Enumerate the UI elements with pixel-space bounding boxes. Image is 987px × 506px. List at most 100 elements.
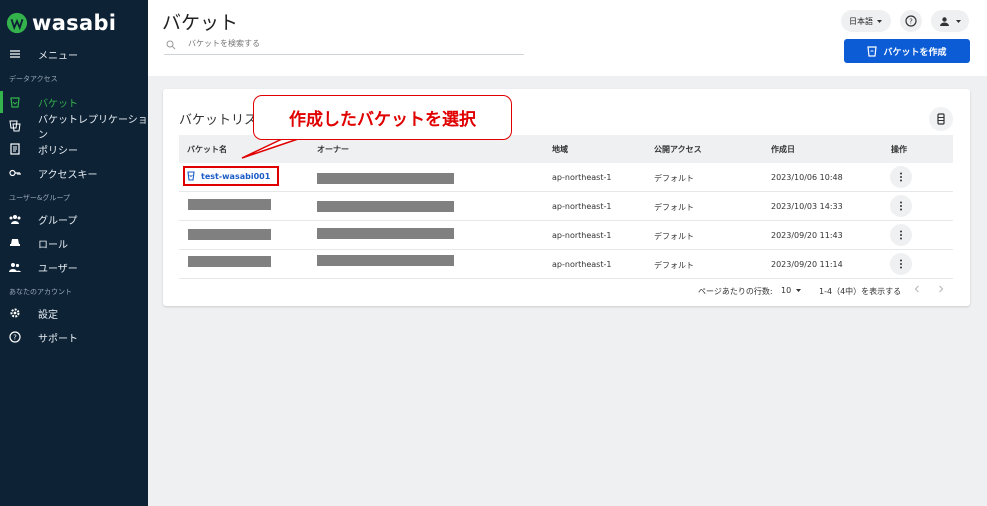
sidebar-item-label: バケット	[38, 98, 78, 110]
more-vert-icon	[900, 201, 902, 211]
more-vert-icon	[900, 172, 902, 182]
menu-toggle[interactable]: メニュー	[0, 43, 148, 65]
sidebar-item-policies[interactable]: ポリシー	[0, 138, 148, 160]
access-cell: デフォルト	[654, 261, 694, 270]
users-icon	[9, 263, 21, 272]
create-bucket-label: バケットを作成	[883, 47, 947, 58]
column-header[interactable]: 公開アクセス	[654, 144, 702, 155]
help-icon: ?	[905, 15, 917, 27]
help-icon: ?	[9, 331, 21, 343]
highlight-box	[183, 166, 279, 186]
wasabi-logo-icon	[6, 12, 28, 34]
sidebar-item-buckets[interactable]: バケット	[0, 91, 148, 113]
policy-icon	[10, 143, 20, 155]
sidebar-item-label: ユーザー	[38, 263, 78, 275]
prev-page-button[interactable]	[912, 284, 922, 296]
section-your-account: あなたのアカウント	[9, 288, 72, 296]
top-header: バケット 日本語 ? バケットを作成	[148, 0, 987, 76]
column-settings-button[interactable]	[929, 107, 953, 131]
redacted-owner	[317, 173, 454, 184]
rows-per-page-label: ページあたりの行数:	[698, 287, 773, 296]
region-cell: ap-northeast-1	[552, 260, 612, 269]
sidebar-item-users[interactable]: ユーザー	[0, 256, 148, 278]
sidebar-item-label: ロール	[38, 239, 68, 251]
created-cell: 2023/10/03 14:33	[771, 202, 843, 211]
row-actions-button[interactable]	[890, 195, 912, 217]
group-icon	[9, 215, 21, 224]
row-actions-button[interactable]	[890, 253, 912, 275]
role-icon	[10, 239, 20, 246]
section-data-access: データアクセス	[9, 75, 58, 83]
chevron-left-icon	[914, 285, 919, 293]
brand-name: wasabi	[32, 11, 117, 35]
svg-text:?: ?	[909, 18, 913, 26]
redacted-bucket-name[interactable]	[188, 199, 271, 210]
sidebar-item-roles[interactable]: ロール	[0, 232, 148, 254]
redacted-owner	[317, 255, 454, 266]
columns-icon	[937, 113, 945, 125]
region-cell: ap-northeast-1	[552, 231, 612, 240]
sidebar-item-label: バケットレプリケーション	[38, 115, 148, 141]
column-header: 操作	[891, 145, 907, 154]
rows-per-page-select[interactable]: 10	[781, 286, 802, 295]
page-range: 1-4（4中）を表示する	[819, 287, 902, 296]
search-input[interactable]	[188, 39, 508, 48]
gear-icon	[10, 308, 20, 318]
created-cell: 2023/10/06 10:48	[771, 173, 843, 182]
annotation-text: 作成したバケットを選択	[289, 110, 476, 130]
next-page-button[interactable]	[936, 284, 946, 296]
more-vert-icon	[900, 230, 902, 240]
account-menu[interactable]	[931, 10, 969, 32]
table-row[interactable]: test-wasabi001 ap-northeast-1 デフォルト 2023…	[179, 163, 953, 192]
access-cell: デフォルト	[654, 174, 694, 183]
row-actions-button[interactable]	[890, 224, 912, 246]
region-cell: ap-northeast-1	[552, 202, 612, 211]
chevron-right-icon	[939, 285, 944, 293]
language-selector[interactable]: 日本語	[841, 10, 891, 32]
search-icon	[166, 40, 176, 50]
created-cell: 2023/09/20 11:14	[771, 260, 843, 269]
annotation-callout: 作成したバケットを選択	[253, 95, 512, 140]
redacted-bucket-name[interactable]	[188, 256, 271, 267]
svg-text:?: ?	[13, 334, 17, 342]
sidebar-item-support[interactable]: ? サポート	[0, 326, 148, 348]
hamburger-icon	[10, 50, 20, 58]
sidebar: wasabi メニュー データアクセス バケット バケットレプリケーション ポリ…	[0, 0, 148, 506]
more-vert-icon	[900, 259, 902, 269]
row-actions-button[interactable]	[890, 166, 912, 188]
column-header[interactable]: オーナー	[317, 144, 349, 155]
access-cell: デフォルト	[654, 232, 694, 241]
sidebar-item-label: サポート	[38, 333, 78, 345]
sidebar-item-groups[interactable]: グループ	[0, 208, 148, 230]
column-header[interactable]: 地域	[552, 144, 568, 155]
caret-down-icon	[877, 19, 882, 23]
section-users-groups: ユーザー&グループ	[9, 194, 70, 202]
key-icon	[9, 169, 21, 177]
bucket-icon	[10, 97, 20, 108]
table-row[interactable]: ap-northeast-1 デフォルト 2023/10/03 14:33	[179, 192, 953, 221]
bucket-icon	[867, 45, 878, 57]
sidebar-item-label: アクセスキー	[38, 169, 98, 181]
table-row[interactable]: ap-northeast-1 デフォルト 2023/09/20 11:14	[179, 250, 953, 279]
region-cell: ap-northeast-1	[552, 173, 612, 182]
sidebar-item-label: ポリシー	[38, 145, 78, 157]
sidebar-item-replication[interactable]: バケットレプリケーション	[0, 115, 148, 141]
help-button[interactable]: ?	[900, 10, 922, 32]
column-header[interactable]: バケット名	[187, 144, 227, 155]
replication-icon	[9, 120, 21, 132]
brand[interactable]: wasabi	[6, 10, 116, 36]
sidebar-item-label: 設定	[38, 309, 58, 321]
created-cell: 2023/09/20 11:43	[771, 231, 843, 240]
redacted-owner	[317, 228, 454, 239]
sidebar-item-settings[interactable]: 設定	[0, 302, 148, 324]
create-bucket-button[interactable]: バケットを作成	[844, 39, 970, 63]
search-bar[interactable]	[164, 38, 524, 55]
user-icon	[939, 16, 949, 26]
sidebar-item-access-keys[interactable]: アクセスキー	[0, 162, 148, 184]
sidebar-item-label: グループ	[38, 215, 78, 227]
access-cell: デフォルト	[654, 203, 694, 212]
table-row[interactable]: ap-northeast-1 デフォルト 2023/09/20 11:43	[179, 221, 953, 250]
column-header[interactable]: 作成日	[771, 144, 795, 155]
rows-per-page-value: 10	[781, 286, 792, 295]
redacted-bucket-name[interactable]	[188, 229, 271, 240]
